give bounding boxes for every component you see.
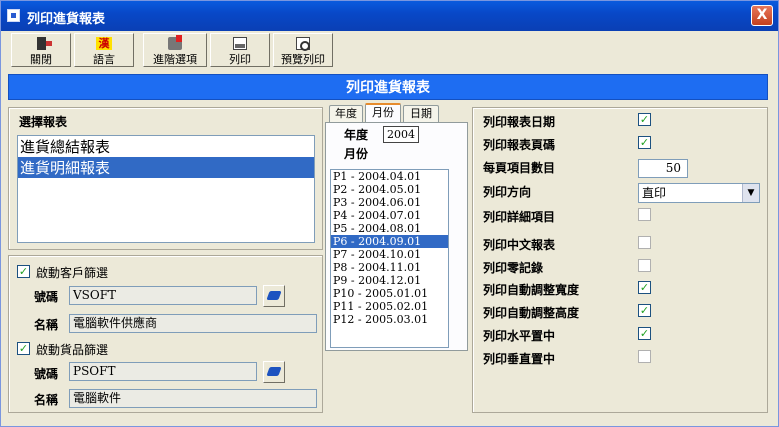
month-item[interactable]: P11 - 2005.02.01 (331, 300, 448, 313)
product-code-field[interactable]: PSOFT (69, 362, 257, 381)
print-details-checkbox[interactable] (638, 208, 651, 221)
tab-year[interactable]: 年度 (329, 105, 363, 123)
close-window-button[interactable]: X (751, 5, 773, 26)
customer-lookup-button[interactable] (263, 285, 285, 307)
advanced-options-label: 進階選項 (153, 53, 197, 66)
door-exit-icon (36, 37, 52, 50)
close-button[interactable]: 關閉 (11, 33, 71, 67)
center-vertical-checkbox[interactable] (638, 350, 651, 363)
month-item[interactable]: P5 - 2004.08.01 (331, 222, 448, 235)
print-button[interactable]: 列印 (210, 33, 270, 67)
print-page-checkbox[interactable] (638, 136, 651, 149)
orientation-value: 直印 (642, 186, 667, 200)
month-item[interactable]: P4 - 2004.07.01 (331, 209, 448, 222)
report-item-detail[interactable]: 進貨明細報表 (18, 157, 314, 178)
report-list[interactable]: 進貨總結報表 進貨明細報表 (17, 135, 315, 243)
month-tab-panel: 年度 2004 月份 P1 - 2004.04.01 P2 - 2004.05.… (325, 122, 468, 351)
customer-filter-checkbox[interactable] (17, 265, 30, 278)
product-name-field: 電腦軟件 (69, 389, 317, 408)
month-item[interactable]: P7 - 2004.10.01 (331, 248, 448, 261)
month-item[interactable]: P12 - 2005.03.01 (331, 313, 448, 326)
auto-width-checkbox[interactable] (638, 281, 651, 294)
print-date-label: 列印報表日期 (483, 115, 556, 129)
report-select-group: 選擇報表 進貨總結報表 進貨明細報表 (8, 107, 323, 250)
print-preview-icon (296, 37, 310, 51)
close-button-label: 關閉 (30, 53, 52, 66)
product-name-label: 名稱 (34, 393, 59, 407)
customer-code-label: 號碼 (34, 290, 59, 304)
title-bar: 列印進貨報表 X (1, 1, 778, 31)
month-item[interactable]: P8 - 2004.11.01 (331, 261, 448, 274)
print-date-checkbox[interactable] (638, 113, 651, 126)
print-details-label: 列印詳細項目 (483, 210, 556, 224)
print-purchase-report-window: 列印進貨報表 X 關閉 漢 語言 進階選項 列印 預覽列印 列印進貨報表 選擇報… (0, 0, 779, 427)
items-per-page-field[interactable]: 50 (638, 159, 688, 178)
customer-code-field[interactable]: VSOFT (69, 286, 257, 305)
year-value[interactable]: 2004 (383, 126, 419, 143)
month-item[interactable]: P3 - 2004.06.01 (331, 196, 448, 209)
center-vertical-label: 列印垂直置中 (483, 352, 556, 366)
window-title: 列印進貨報表 (27, 12, 106, 27)
language-icon: 漢 (96, 37, 112, 50)
print-chinese-checkbox[interactable] (638, 236, 651, 249)
product-lookup-button[interactable] (263, 361, 285, 383)
language-button[interactable]: 漢 語言 (74, 33, 134, 67)
tab-date[interactable]: 日期 (403, 105, 439, 123)
orientation-label: 列印方向 (483, 185, 532, 199)
print-preview-button[interactable]: 預覽列印 (273, 33, 333, 67)
print-zero-checkbox[interactable] (638, 259, 651, 272)
print-button-label: 列印 (229, 53, 251, 66)
month-item-selected[interactable]: P6 - 2004.09.01 (331, 235, 448, 248)
report-banner: 列印進貨報表 (8, 74, 768, 100)
month-item[interactable]: P1 - 2004.04.01 (331, 170, 448, 183)
month-label: 月份 (344, 147, 369, 161)
auto-height-label: 列印自動調整高度 (483, 306, 580, 320)
print-chinese-label: 列印中文報表 (483, 238, 556, 252)
customer-name-field: 電腦軟件供應商 (69, 314, 317, 333)
month-item[interactable]: P2 - 2004.05.01 (331, 183, 448, 196)
report-select-title: 選擇報表 (19, 115, 68, 129)
month-item[interactable]: P9 - 2004.12.01 (331, 274, 448, 287)
chevron-down-icon[interactable]: ▼ (742, 184, 759, 202)
items-per-page-label: 每頁項目數目 (483, 161, 556, 175)
auto-width-label: 列印自動調整寬度 (483, 283, 580, 297)
advanced-options-icon (168, 35, 182, 50)
tab-month[interactable]: 月份 (365, 103, 401, 123)
product-filter-label: 啟動貨品篩選 (36, 343, 109, 357)
center-horizontal-checkbox[interactable] (638, 327, 651, 340)
center-horizontal-label: 列印水平置中 (483, 329, 556, 343)
product-filter-checkbox[interactable] (17, 342, 30, 355)
language-button-label: 語言 (93, 53, 115, 66)
report-item-summary[interactable]: 進貨總結報表 (18, 136, 314, 157)
print-preview-label: 預覽列印 (281, 53, 325, 66)
filter-group: 啟動客戶篩選 號碼 VSOFT 名稱 電腦軟件供應商 啟動貨品篩選 號碼 PSO… (8, 255, 323, 413)
orientation-select[interactable]: 直印 ▼ (638, 183, 760, 203)
year-label: 年度 (344, 128, 369, 142)
print-options-group: 列印報表日期 列印報表頁碼 每頁項目數目 50 列印方向 直印 ▼ 列印詳細項目… (472, 107, 768, 413)
print-zero-label: 列印零記錄 (483, 261, 544, 275)
customer-filter-label: 啟動客戶篩選 (36, 266, 109, 280)
printer-icon (233, 37, 247, 50)
print-page-label: 列印報表頁碼 (483, 138, 556, 152)
customer-name-label: 名稱 (34, 318, 59, 332)
month-list[interactable]: P1 - 2004.04.01 P2 - 2004.05.01 P3 - 200… (330, 169, 449, 348)
auto-height-checkbox[interactable] (638, 304, 651, 317)
month-item[interactable]: P10 - 2005.01.01 (331, 287, 448, 300)
app-icon (7, 9, 20, 22)
product-code-label: 號碼 (34, 367, 59, 381)
advanced-options-button[interactable]: 進階選項 (143, 33, 207, 67)
